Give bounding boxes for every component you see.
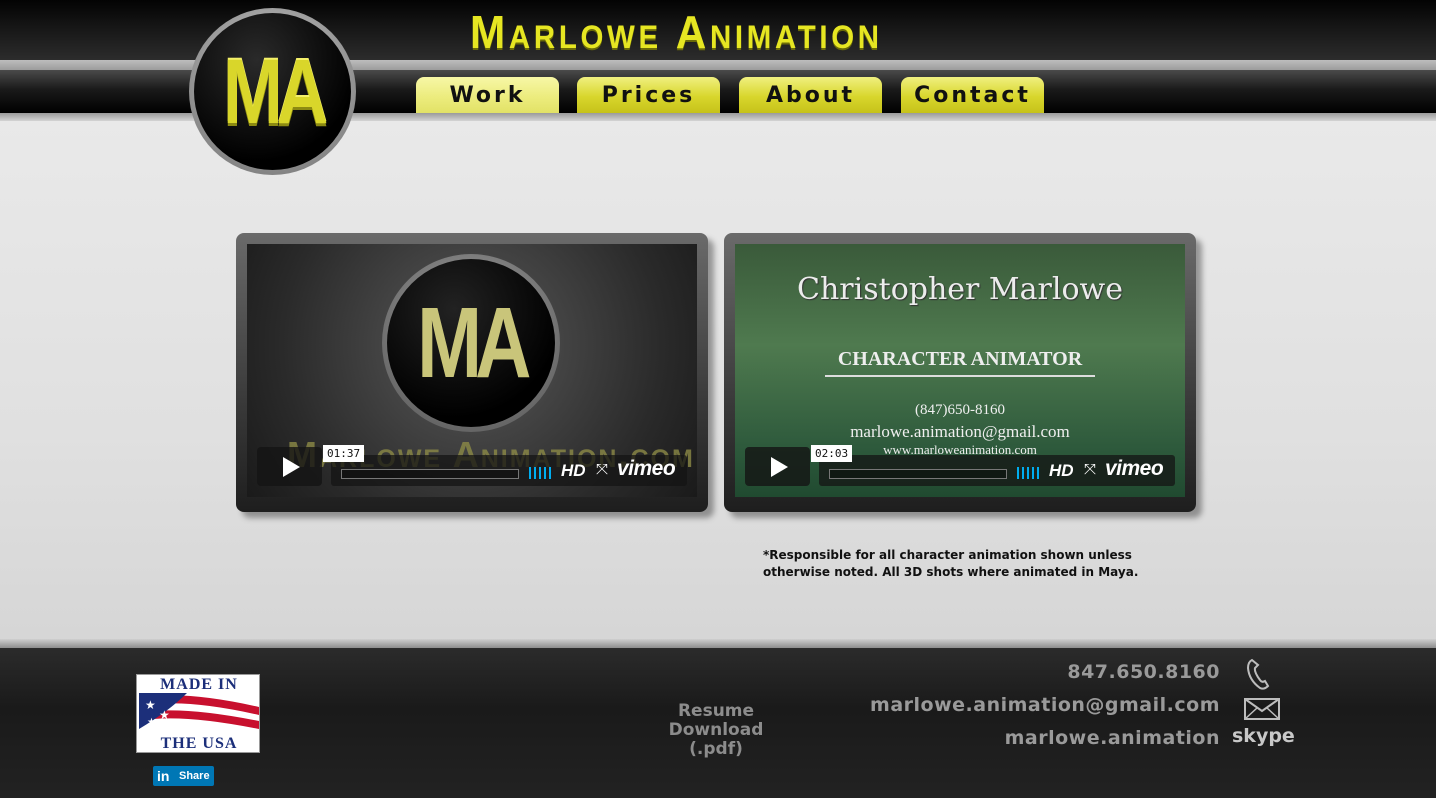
mail-icon[interactable] <box>1244 698 1280 720</box>
nav-prices-button[interactable]: Prices <box>577 77 720 113</box>
video-logo-disc: MA <box>387 259 555 427</box>
resume-download-link[interactable]: Resume Download (.pdf) <box>656 702 776 759</box>
resume-line-1: Resume <box>677 701 755 721</box>
video-screen[interactable]: MA Marlowe Animation.com HD ⤧ vimeo 01:3… <box>247 244 697 497</box>
card-name: Christopher Marlowe <box>797 272 1123 307</box>
svg-text:★: ★ <box>159 708 170 722</box>
svg-text:★: ★ <box>145 698 156 712</box>
site-title: Marlowe Animation <box>470 6 883 58</box>
video-control-bar: HD ⤧ vimeo <box>819 455 1175 486</box>
video-player-1: MA Marlowe Animation.com HD ⤧ vimeo 01:3… <box>236 233 708 512</box>
vimeo-logo[interactable]: vimeo <box>617 457 676 481</box>
linkedin-share-label: Share <box>179 770 210 782</box>
footer-skype: marlowe.animation <box>1004 727 1220 749</box>
resume-line-3: (.pdf) <box>689 739 743 759</box>
content-area <box>0 121 1436 639</box>
badge-line-1: MADE IN <box>160 676 238 693</box>
logo-letters: MA <box>222 40 328 143</box>
footer-email[interactable]: marlowe.animation@gmail.com <box>870 694 1220 716</box>
volume-icon[interactable] <box>529 467 553 479</box>
play-button[interactable] <box>257 447 322 486</box>
duration-badge: 02:03 <box>811 445 853 462</box>
video-logo: MA <box>382 254 560 432</box>
logo-disc: MA <box>194 13 351 170</box>
site-logo[interactable]: MA <box>189 8 356 175</box>
video-control-bar: HD ⤧ vimeo <box>331 455 687 486</box>
play-button[interactable] <box>745 447 810 486</box>
card-role: CHARACTER ANIMATOR <box>825 348 1095 377</box>
hd-toggle[interactable]: HD <box>561 461 586 481</box>
volume-icon[interactable] <box>1017 467 1041 479</box>
animation-note: *Responsible for all character animation… <box>763 548 1139 579</box>
footer-divider <box>0 639 1436 648</box>
video-timeline[interactable] <box>829 469 1007 479</box>
video-logo-letters: MA <box>417 287 531 399</box>
badge-line-2: THE USA <box>160 735 238 752</box>
skype-icon[interactable]: skype <box>1232 725 1295 751</box>
resume-line-2: Download <box>668 720 764 740</box>
nav-contact-button[interactable]: Contact <box>901 77 1044 113</box>
fullscreen-icon[interactable]: ⤧ <box>1084 461 1096 478</box>
linkedin-share-button[interactable]: in Share <box>153 766 214 786</box>
footer-phone: 847.650.8160 <box>1067 661 1220 683</box>
hd-toggle[interactable]: HD <box>1049 461 1074 481</box>
nav-work-button[interactable]: Work <box>416 77 559 113</box>
video-player-2: Christopher Marlowe CHARACTER ANIMATOR (… <box>724 233 1196 512</box>
video-timeline[interactable] <box>341 469 519 479</box>
card-email: marlowe.animation@gmail.com <box>850 422 1070 441</box>
phone-icon <box>1246 658 1270 690</box>
linkedin-icon: in <box>157 768 170 784</box>
vimeo-logo[interactable]: vimeo <box>1105 457 1164 481</box>
made-in-usa-badge: MADE IN ★ ★ ★ THE USA <box>136 674 260 753</box>
card-phone: (847)650-8160 <box>915 402 1005 418</box>
nav-about-button[interactable]: About <box>739 77 882 113</box>
video-screen[interactable]: Christopher Marlowe CHARACTER ANIMATOR (… <box>735 244 1185 497</box>
fullscreen-icon[interactable]: ⤧ <box>596 461 608 478</box>
usa-flag-icon: ★ ★ ★ <box>139 693 259 729</box>
duration-badge: 01:37 <box>323 445 365 462</box>
svg-text:★: ★ <box>147 717 156 728</box>
